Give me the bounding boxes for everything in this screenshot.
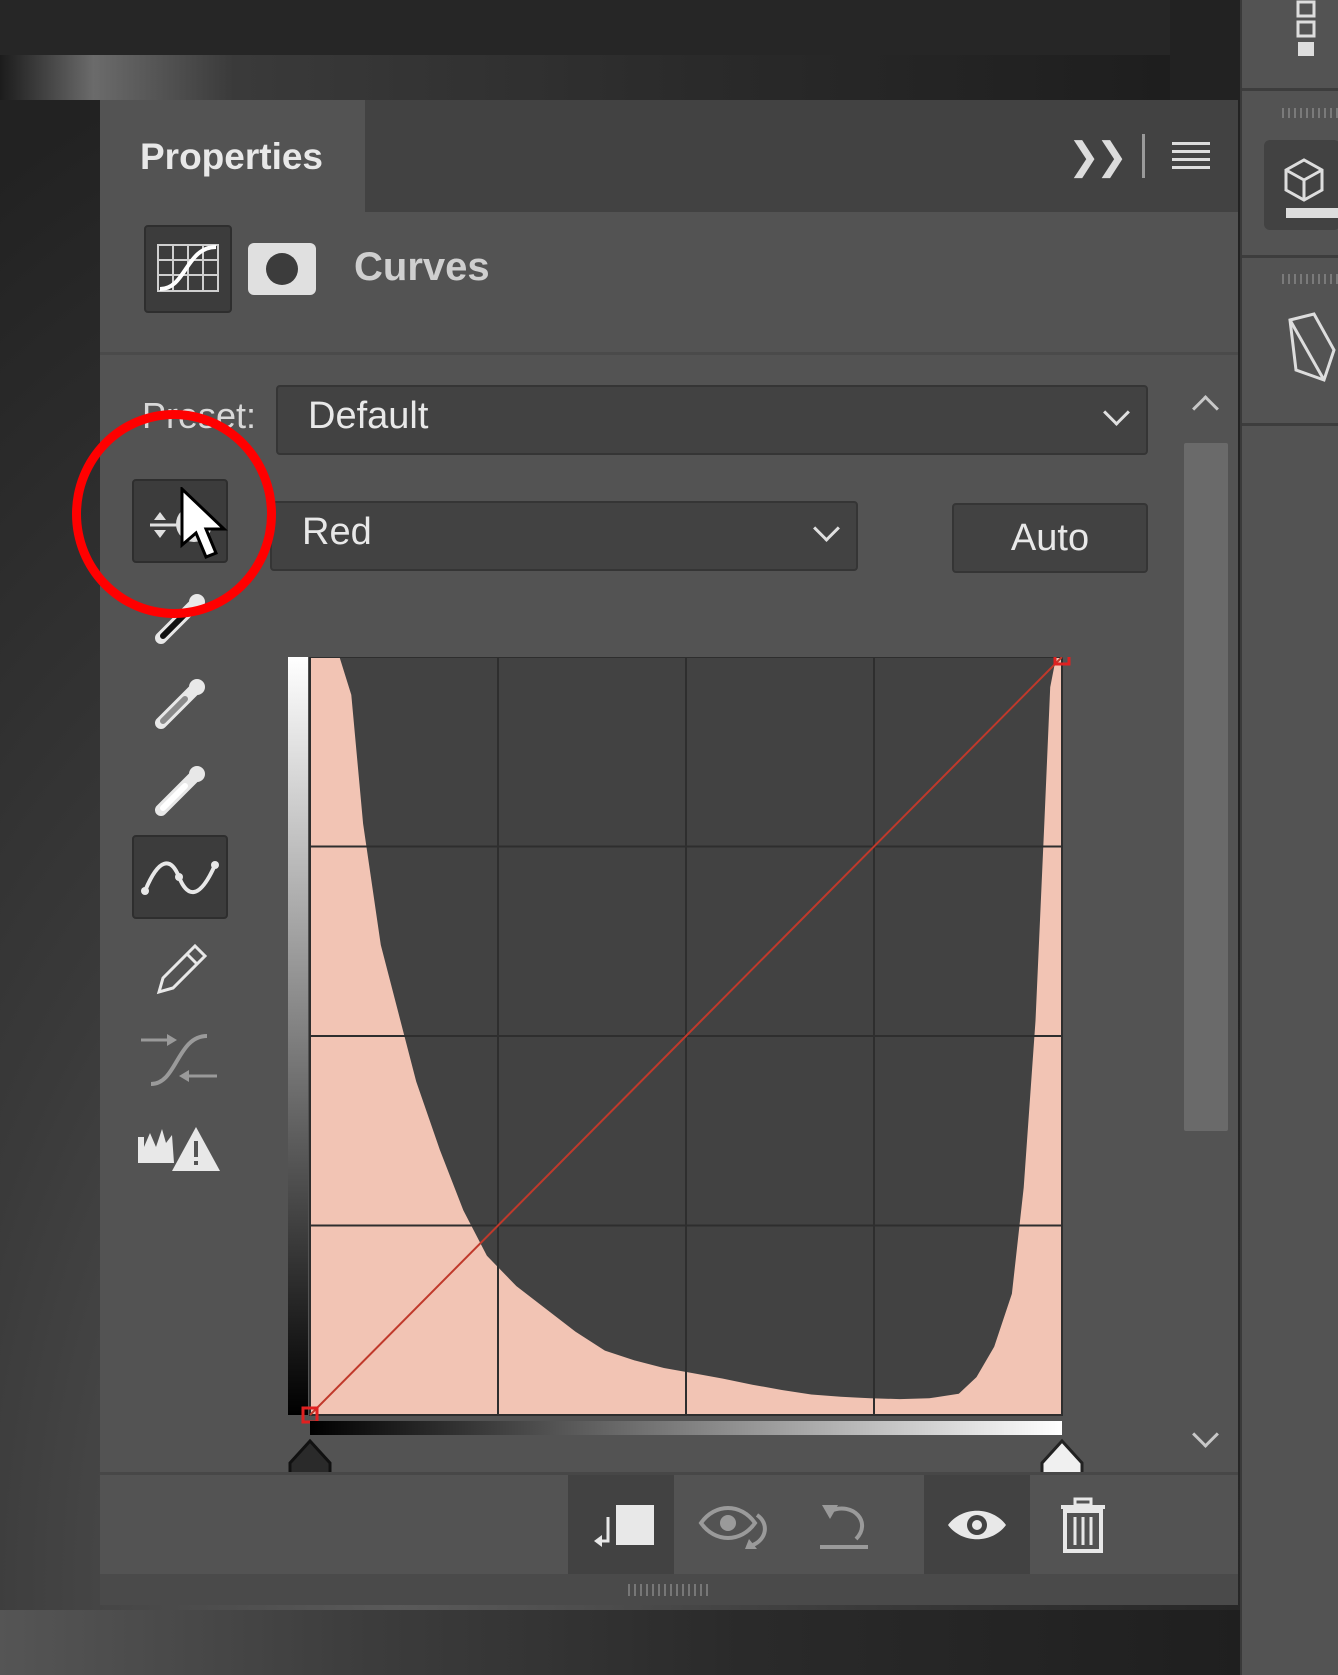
reset-icon: [820, 1505, 868, 1549]
output-gradient-bar: [288, 657, 308, 1415]
draw-curve-tool[interactable]: [132, 927, 228, 1011]
clip-to-layer-icon: [594, 1505, 654, 1547]
properties-panel: Properties ❯❯ Curves Preset: Default Red…: [100, 100, 1238, 1605]
edit-points-tool[interactable]: [132, 835, 228, 919]
canvas-bottom-strip: [0, 1610, 1240, 1675]
dock-3d-button[interactable]: [1264, 140, 1338, 230]
tab-properties[interactable]: Properties: [100, 100, 365, 212]
reset-button[interactable]: [792, 1475, 898, 1575]
panel-bottom-bar: [100, 1574, 1238, 1605]
clipping-warning-tool[interactable]: [132, 1107, 228, 1191]
input-gradient-bar: [310, 1421, 1062, 1435]
scroll-thumb[interactable]: [1184, 443, 1228, 1131]
auto-button[interactable]: Auto: [952, 503, 1148, 573]
smooth-curve-tool[interactable]: [132, 1017, 228, 1101]
panel-tab-bar: Properties ❯❯: [100, 100, 1238, 212]
channel-select[interactable]: Red: [270, 501, 858, 571]
black-point-slider: [288, 1438, 332, 1477]
dock-transform-icon[interactable]: [1284, 310, 1338, 395]
view-previous-icon: [698, 1506, 767, 1549]
highlight-circle: [72, 410, 276, 618]
curves-adjustment-icon[interactable]: [144, 225, 232, 313]
cube-icon: [1284, 158, 1338, 218]
eyedropper-gray-icon: [155, 679, 205, 729]
channel-value: Red: [302, 511, 372, 553]
curves-graph[interactable]: [288, 657, 1168, 1497]
preset-value: Default: [308, 395, 429, 437]
right-dock: [1240, 0, 1338, 1675]
scroll-up-icon[interactable]: [1192, 395, 1219, 422]
curve-points-icon: [141, 861, 219, 895]
canvas-top-strip: [0, 0, 1170, 55]
resize-grip[interactable]: [628, 1584, 708, 1596]
view-previous-button[interactable]: [682, 1475, 788, 1575]
clip-to-layer-button[interactable]: [568, 1475, 674, 1575]
dock-layers-icon[interactable]: [1294, 0, 1334, 65]
adjustment-title: Curves: [354, 245, 490, 289]
tab-properties-label: Properties: [140, 136, 324, 177]
mouse-cursor-icon: [178, 485, 230, 566]
gray-point-eyedropper[interactable]: [132, 660, 228, 744]
vertical-scrollbar[interactable]: [1182, 385, 1228, 1455]
eyedropper-white-icon: [155, 766, 205, 816]
pencil-icon: [156, 943, 208, 995]
white-point-eyedropper[interactable]: [132, 747, 228, 831]
chevron-down-icon: [813, 515, 840, 542]
toggle-visibility-button[interactable]: [924, 1475, 1030, 1575]
white-point-slider: [1040, 1438, 1084, 1477]
scroll-down-icon[interactable]: [1192, 1421, 1219, 1448]
eye-icon: [948, 1510, 1006, 1540]
delete-adjustment-button[interactable]: [1030, 1475, 1136, 1575]
trash-icon: [1061, 1497, 1105, 1553]
tab-divider: [1142, 134, 1145, 178]
panel-footer: [100, 1472, 1238, 1575]
preset-select[interactable]: Default: [276, 385, 1148, 455]
chevron-down-icon: [1103, 399, 1130, 426]
panel-menu-icon[interactable]: [1172, 142, 1210, 170]
smooth-curve-icon: [141, 1034, 217, 1086]
canvas-image-strip: [0, 55, 1170, 100]
clipping-warning-icon: [138, 1127, 220, 1171]
collapse-panel-icon[interactable]: ❯❯: [1068, 134, 1128, 179]
layer-mask-icon[interactable]: [248, 243, 316, 295]
